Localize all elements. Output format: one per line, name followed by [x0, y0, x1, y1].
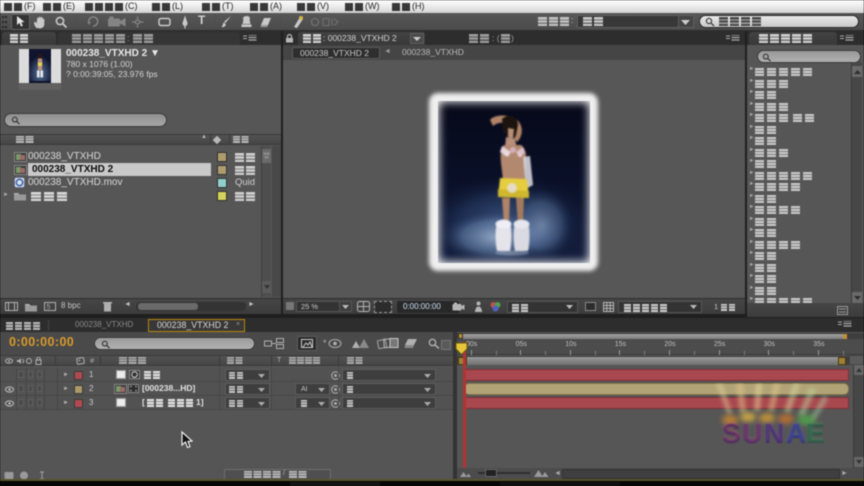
svg-text:5: 5: [47, 304, 51, 311]
svg-text:S: S: [722, 416, 740, 447]
svg-text:E: E: [806, 416, 824, 447]
svg-text:*: *: [323, 338, 327, 348]
svg-text:A: A: [786, 416, 806, 447]
svg-text:U: U: [742, 416, 761, 447]
svg-text:N: N: [764, 416, 783, 447]
